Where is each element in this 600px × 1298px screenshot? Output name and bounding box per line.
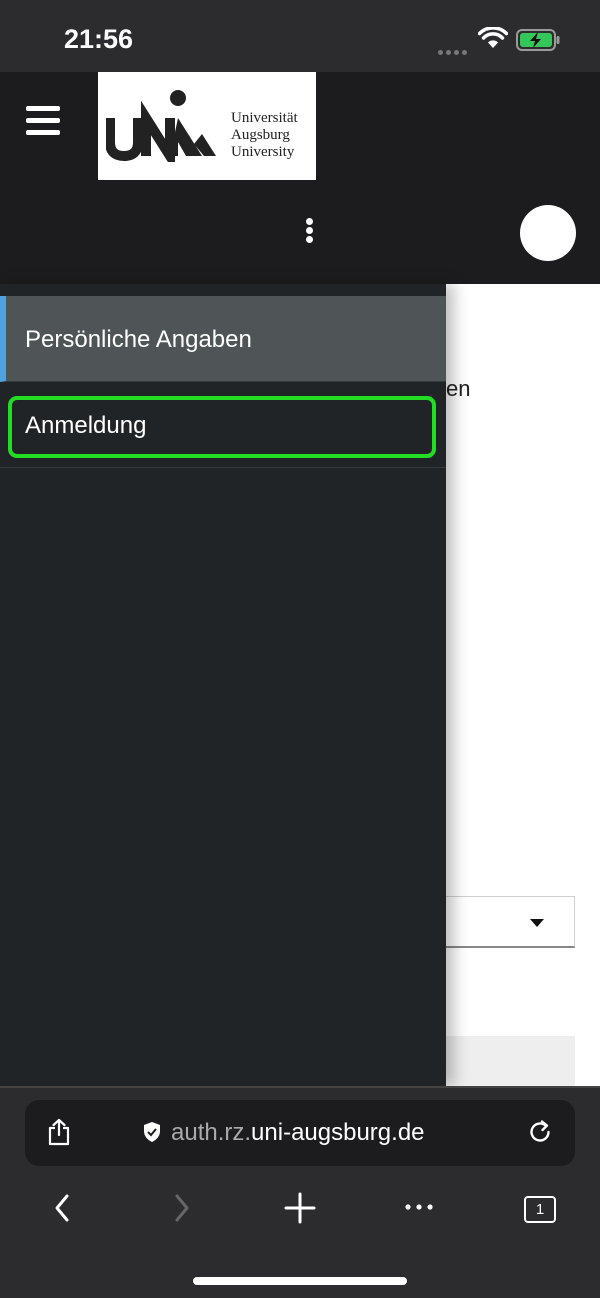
home-indicator	[193, 1277, 407, 1285]
uni-logo-mark	[106, 90, 216, 162]
shield-icon	[144, 1122, 160, 1142]
tabs-icon[interactable]: 1	[524, 1196, 556, 1223]
nav-drawer: Persönliche Angaben Anmeldung	[0, 284, 446, 1086]
dropdown-select[interactable]	[446, 896, 575, 948]
reload-icon[interactable]	[527, 1119, 553, 1145]
menu-icon[interactable]	[26, 106, 60, 142]
content-block	[446, 1036, 575, 1086]
main-content: en	[446, 284, 600, 1086]
url-text: auth.rz.uni-augsburg.de	[171, 1119, 425, 1147]
logo-text: Universität Augsburg University	[231, 110, 298, 161]
more-icon[interactable]	[404, 1202, 434, 1212]
wifi-icon	[478, 27, 508, 48]
content-text-fragment: en	[446, 376, 471, 401]
status-time: 21:56	[64, 24, 134, 54]
avatar[interactable]	[520, 205, 576, 261]
cellular-signal-icon	[438, 42, 470, 55]
status-bar: 21:56	[0, 0, 600, 72]
focus-highlight	[8, 396, 436, 458]
logo-line-1: Universität	[231, 110, 298, 126]
url-prefix: auth.rz.	[171, 1119, 252, 1146]
browser-toolbar: auth.rz.uni-augsburg.de 1	[0, 1086, 600, 1298]
back-icon[interactable]	[50, 1192, 74, 1224]
logo-line-2: Augsburg	[231, 127, 290, 143]
battery-charging-icon	[516, 29, 560, 51]
address-bar[interactable]: auth.rz.uni-augsburg.de	[25, 1100, 575, 1166]
url-domain: uni-augsburg.de	[251, 1119, 425, 1146]
university-logo[interactable]: Universität Augsburg University	[98, 72, 316, 180]
nav-item-personal-info[interactable]: Persönliche Angaben	[0, 296, 446, 382]
caret-down-icon	[530, 919, 544, 927]
forward-icon[interactable]	[170, 1192, 194, 1224]
nav-item-label: Persönliche Angaben	[25, 326, 252, 353]
new-tab-icon[interactable]	[284, 1192, 316, 1224]
more-vert-icon[interactable]	[302, 218, 316, 248]
share-icon[interactable]	[47, 1118, 71, 1146]
logo-line-3: University	[231, 144, 295, 160]
